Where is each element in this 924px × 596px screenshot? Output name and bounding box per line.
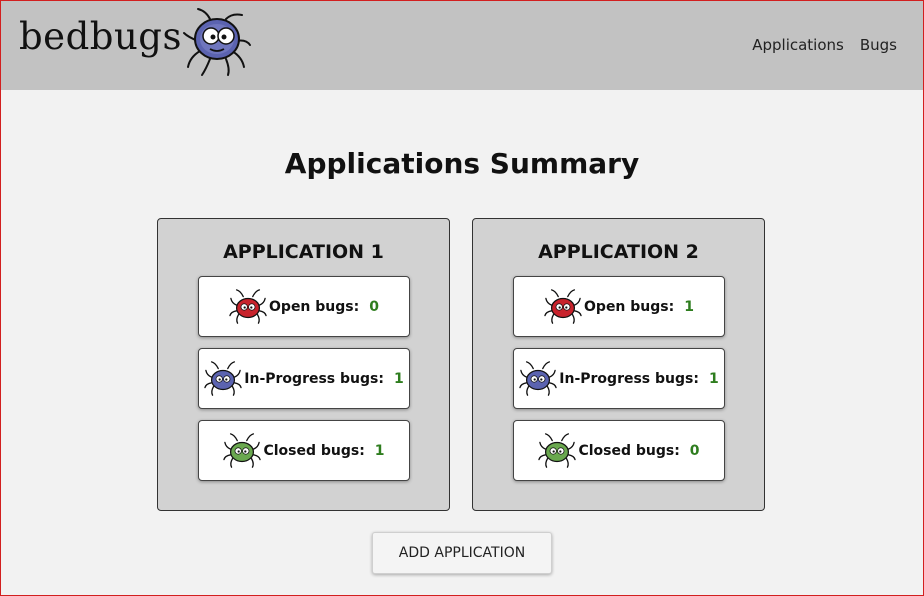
nav-bugs-link[interactable]: Bugs	[860, 36, 897, 54]
nav-applications-link[interactable]: Applications	[752, 36, 844, 54]
in-progress-bugs-stat[interactable]: In-Progress bugs: 1	[513, 348, 725, 409]
green-bug-icon	[538, 432, 576, 470]
stat-count: 0	[689, 442, 700, 459]
stat-count: 1	[684, 298, 694, 315]
open-bugs-stat[interactable]: Open bugs: 1	[513, 276, 725, 337]
stat-label: Closed bugs:	[578, 442, 680, 459]
page-title: Applications Summary	[284, 147, 640, 180]
closed-bugs-stat[interactable]: Closed bugs: 0	[513, 420, 725, 481]
stat-label: In-Progress bugs:	[244, 370, 384, 387]
stat-label: Open bugs:	[269, 298, 360, 315]
red-bug-icon	[544, 288, 582, 326]
top-header: bedbugs Applications Bugs	[1, 1, 923, 90]
in-progress-bugs-stat[interactable]: In-Progress bugs: 1	[198, 348, 410, 409]
closed-bugs-stat[interactable]: Closed bugs: 1	[198, 420, 410, 481]
stat-count: 0	[369, 298, 379, 315]
green-bug-icon	[223, 432, 261, 470]
application-card-1[interactable]: APPLICATION 1 Open bugs: 0 In-Progress b…	[157, 218, 450, 511]
open-bugs-stat[interactable]: Open bugs: 0	[198, 276, 410, 337]
add-application-button[interactable]: ADD APPLICATION	[372, 532, 552, 574]
logo-text: bedbugs	[19, 15, 182, 58]
red-bug-icon	[229, 288, 267, 326]
stat-label: Closed bugs:	[263, 442, 365, 459]
blue-bug-icon	[204, 360, 242, 398]
stat-label: In-Progress bugs:	[559, 370, 699, 387]
application-card-2[interactable]: APPLICATION 2 Open bugs: 1 In-Progress b…	[472, 218, 765, 511]
application-name: APPLICATION 1	[223, 241, 384, 263]
application-name: APPLICATION 2	[538, 241, 699, 263]
main-nav: Applications Bugs	[752, 36, 897, 54]
stat-count: 1	[374, 442, 385, 459]
stat-count: 1	[393, 370, 404, 387]
blue-bug-icon	[519, 360, 557, 398]
stat-count: 1	[708, 370, 719, 387]
bug-mascot-icon	[182, 8, 251, 76]
bedbugs-logo[interactable]: bedbugs	[19, 7, 254, 79]
stat-label: Open bugs:	[584, 298, 675, 315]
